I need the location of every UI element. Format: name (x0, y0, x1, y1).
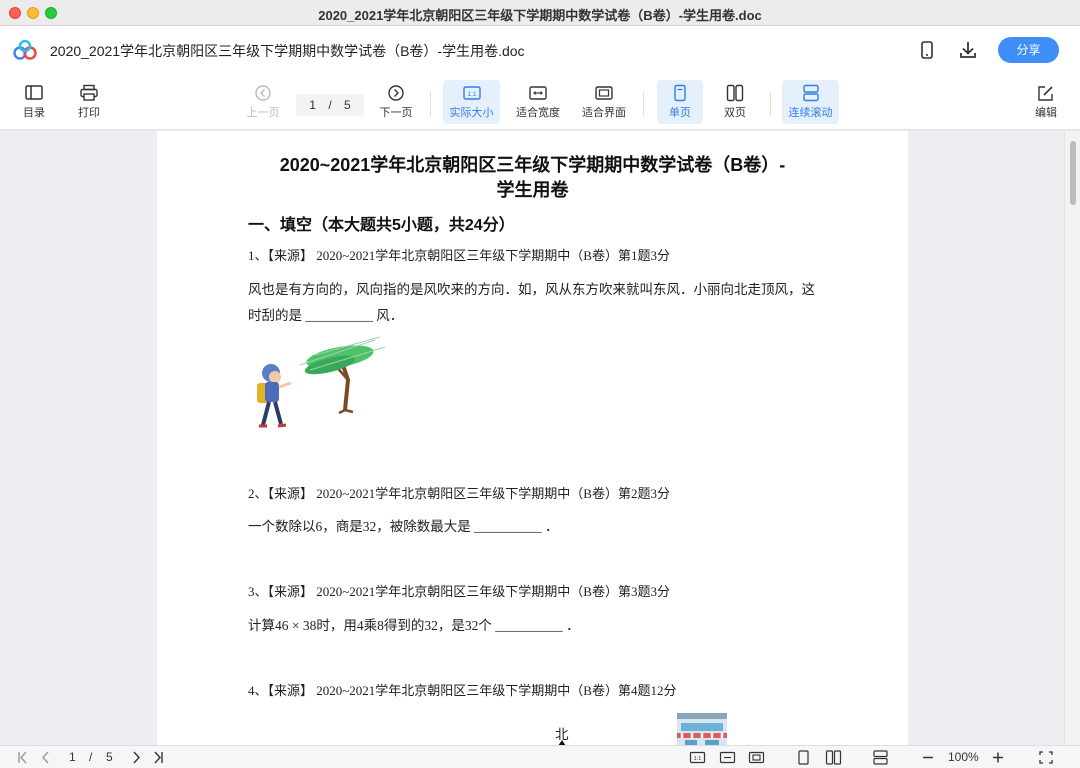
toc-button[interactable]: 目录 (14, 80, 54, 124)
fit-page-icon (748, 751, 765, 764)
fit-page-button[interactable]: 适合界面 (578, 80, 630, 124)
fit-page-button-bottom[interactable] (748, 749, 765, 766)
minus-icon (923, 756, 933, 759)
toc-icon (25, 85, 43, 100)
document-title: 2020_2021学年北京朝阳区三年级下学期期中数学试卷（B卷）-学生用卷.do… (50, 43, 525, 59)
fit-width-icon (529, 86, 547, 100)
continuous-scroll-label: 连续滚动 (788, 107, 833, 119)
question-source: 2、【来源】 2020~2021学年北京朝阳区三年级下学期期中（B卷）第2题3分 (248, 486, 670, 501)
download-icon[interactable] (957, 39, 979, 61)
double-page-icon (825, 750, 842, 765)
logo-icon (13, 40, 37, 60)
question-text: 一个数除以6，商是32，被除数最大是 __________ ． (248, 519, 559, 534)
fit-width-icon (719, 751, 736, 764)
continuous-scroll-icon (802, 84, 819, 102)
toolbar-divider (770, 92, 771, 116)
window-title: 2020_2021学年北京朝阳区三年级下学期期中数学试卷（B卷）-学生用卷.do… (318, 8, 762, 23)
edit-button[interactable]: 编辑 (1026, 80, 1066, 124)
double-page-button[interactable]: 双页 (712, 80, 758, 124)
last-page-icon (154, 751, 163, 764)
print-label: 打印 (78, 107, 100, 119)
document-viewport[interactable]: 2020~2021学年北京朝阳区三年级下学期期中数学试卷（B卷）- 学生用卷 一… (0, 131, 1064, 745)
question-source: 1、【来源】 2020~2021学年北京朝阳区三年级下学期期中（B卷）第1题3分 (248, 248, 670, 263)
single-page-button-bottom[interactable] (795, 749, 812, 766)
paper-title-line1: 2020~2021学年北京朝阳区三年级下学期期中数学试卷（B卷）- (279, 155, 786, 175)
document-page: 2020~2021学年北京朝阳区三年级下学期期中数学试卷（B卷）- 学生用卷 一… (157, 131, 908, 745)
zoom-level: 100% (948, 750, 979, 764)
chevron-left-circle-icon (255, 85, 271, 101)
zoom-in-button[interactable] (991, 749, 1005, 766)
vertical-scrollbar[interactable] (1064, 131, 1080, 745)
next-page-button-bottom[interactable] (130, 749, 142, 766)
question-text: 计算46 × 38时，用4乘8得到的32，是32个 __________ ． (248, 618, 580, 633)
window-titlebar: 2020_2021学年北京朝阳区三年级下学期期中数学试卷（B卷）-学生用卷.do… (0, 0, 1080, 26)
toolbar-divider (643, 92, 644, 116)
single-page-icon (798, 750, 809, 765)
svg-text:1:1: 1:1 (694, 756, 702, 762)
chevron-right-icon (133, 751, 140, 764)
prev-page-label: 上一页 (246, 107, 280, 119)
phone-icon[interactable] (916, 39, 938, 61)
zoom-out-button[interactable] (921, 749, 935, 766)
actual-size-label: 实际大小 (449, 107, 494, 119)
question-source: 3、【来源】 2020~2021学年北京朝阳区三年级下学期期中（B卷）第3题3分 (248, 584, 670, 599)
toc-label: 目录 (23, 107, 45, 119)
fit-width-button-bottom[interactable] (719, 749, 736, 766)
edit-icon (1038, 86, 1053, 101)
double-page-icon (726, 84, 744, 102)
fullscreen-button[interactable] (1038, 749, 1054, 766)
question-source: 4、【来源】 2020~2021学年北京朝阳区三年级下学期期中（B卷）第4题12… (248, 683, 677, 698)
continuous-scroll-button[interactable]: 连续滚动 (782, 80, 839, 124)
wind-illustration (257, 336, 386, 428)
prev-page-button-bottom[interactable] (40, 749, 52, 766)
prev-page-button[interactable]: 上一页 (242, 80, 284, 124)
share-button[interactable]: 分享 (998, 37, 1059, 63)
chevron-right-circle-icon (388, 85, 404, 101)
page-separator: / (328, 98, 332, 112)
chevron-left-icon (42, 751, 49, 764)
fit-page-label: 适合界面 (582, 107, 626, 119)
bottom-page-current: 1 (69, 750, 76, 764)
single-page-button[interactable]: 单页 (657, 80, 703, 124)
page-current: 1 (309, 98, 316, 112)
bottom-page-total: 5 (106, 750, 113, 764)
question-text: 风也是有方向的，风向指的是风吹来的方向．如，风从东方吹来就叫东风．小丽向北走顶风… (248, 282, 815, 297)
actual-size-button-bottom[interactable]: 1:1 (689, 749, 706, 766)
single-page-label: 单页 (669, 107, 691, 119)
shop-building-icon (677, 713, 727, 745)
bottom-page-separator: / (89, 750, 93, 764)
actual-size-icon: 1:1 (462, 86, 481, 100)
single-page-icon (674, 84, 686, 102)
fit-width-button[interactable]: 适合宽度 (512, 80, 564, 124)
page-total: 5 (344, 98, 351, 112)
toolbar: 目录 打印 上一页 1 / 5 下一页 1:1 实际大小 适合宽度 适合界面 单… (0, 74, 1080, 130)
next-page-button[interactable]: 下一页 (375, 80, 417, 124)
status-bar: 1 / 5 1:1 100% (0, 745, 1080, 768)
printer-icon (80, 84, 98, 101)
last-page-button[interactable] (151, 749, 165, 766)
fullscreen-icon (1039, 751, 1053, 764)
next-page-label: 下一页 (379, 107, 413, 119)
plus-icon (993, 752, 1003, 763)
question-text: 时刮的是 __________ 风． (248, 308, 404, 323)
double-page-button-bottom[interactable] (825, 749, 842, 766)
svg-text:1:1: 1:1 (467, 91, 476, 98)
continuous-scroll-button-bottom[interactable] (872, 749, 889, 766)
scrollbar-thumb[interactable] (1070, 141, 1076, 205)
actual-size-button[interactable]: 1:1 实际大小 (443, 80, 500, 124)
print-button[interactable]: 打印 (69, 80, 109, 124)
continuous-scroll-icon (873, 750, 888, 765)
first-page-icon (18, 751, 27, 764)
fit-width-label: 适合宽度 (516, 107, 560, 119)
double-page-label: 双页 (724, 107, 746, 119)
toolbar-divider (430, 92, 431, 116)
fit-page-icon (595, 86, 613, 100)
section-heading: 一、填空（本大题共5小题，共24分） (248, 217, 515, 234)
edit-label: 编辑 (1035, 107, 1057, 119)
page-indicator[interactable]: 1 / 5 (296, 94, 364, 116)
first-page-button[interactable] (16, 749, 30, 766)
actual-size-icon: 1:1 (689, 751, 706, 764)
app-header: 2020_2021学年北京朝阳区三年级下学期期中数学试卷（B卷）-学生用卷.do… (0, 26, 1080, 74)
paper-title-line2: 学生用卷 (496, 180, 569, 200)
